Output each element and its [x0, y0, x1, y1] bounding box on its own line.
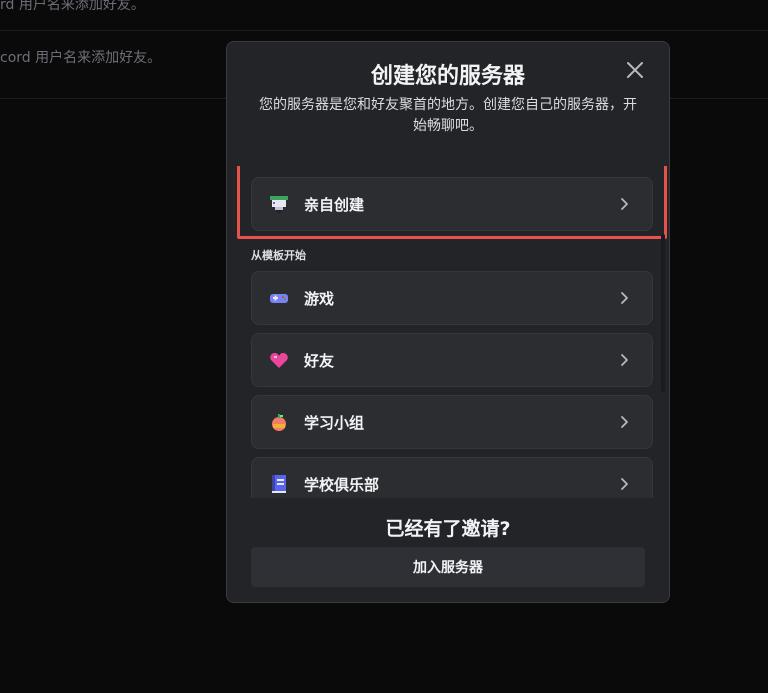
chevron-right-icon [616, 476, 632, 492]
join-server-button[interactable]: 加入服务器 [251, 547, 645, 587]
chevron-right-icon [616, 414, 632, 430]
templates-section-label: 从模板开始 [251, 249, 306, 262]
template-label: 游戏 [304, 289, 335, 308]
template-school-club-button[interactable]: 学校俱乐部 [251, 457, 653, 498]
background-text-line-2: cord 用户名来添加好友。 [0, 50, 162, 66]
background-text-line-1: rd 用户名来添加好友。 [0, 0, 145, 13]
create-own-button[interactable]: 亲自创建 [251, 177, 653, 231]
background-divider [0, 30, 768, 31]
create-own-icon [268, 193, 290, 215]
scrollbar-thumb[interactable] [661, 234, 665, 392]
chevron-right-icon [616, 290, 632, 306]
template-gaming-button[interactable]: 游戏 [251, 271, 653, 325]
close-icon [627, 62, 643, 78]
template-friends-button[interactable]: 好友 [251, 333, 653, 387]
template-study-group-button[interactable]: 学习小组 [251, 395, 653, 449]
template-label: 学习小组 [304, 413, 365, 432]
gamepad-icon [268, 287, 290, 309]
book-icon [268, 473, 290, 495]
chevron-right-icon [616, 352, 632, 368]
server-options-list[interactable]: 亲自创建 从模板开始 游戏 好友 学习小组 学校俱乐部 [227, 166, 669, 498]
create-own-label: 亲自创建 [304, 195, 365, 214]
modal-title: 创建您的服务器 [370, 64, 525, 89]
apple-icon [268, 411, 290, 433]
modal-subtitle: 您的服务器是您和好友聚首的地方。创建您自己的服务器，开始畅聊吧。 [259, 97, 637, 134]
heart-icon [268, 349, 290, 371]
have-invite-title: 已经有了邀请? [385, 518, 511, 540]
chevron-right-icon [616, 196, 632, 212]
template-label: 学校俱乐部 [304, 475, 380, 494]
close-button[interactable] [623, 58, 647, 82]
create-server-modal: 创建您的服务器 您的服务器是您和好友聚首的地方。创建您自己的服务器，开始畅聊吧。… [226, 41, 670, 603]
template-label: 好友 [304, 351, 335, 370]
